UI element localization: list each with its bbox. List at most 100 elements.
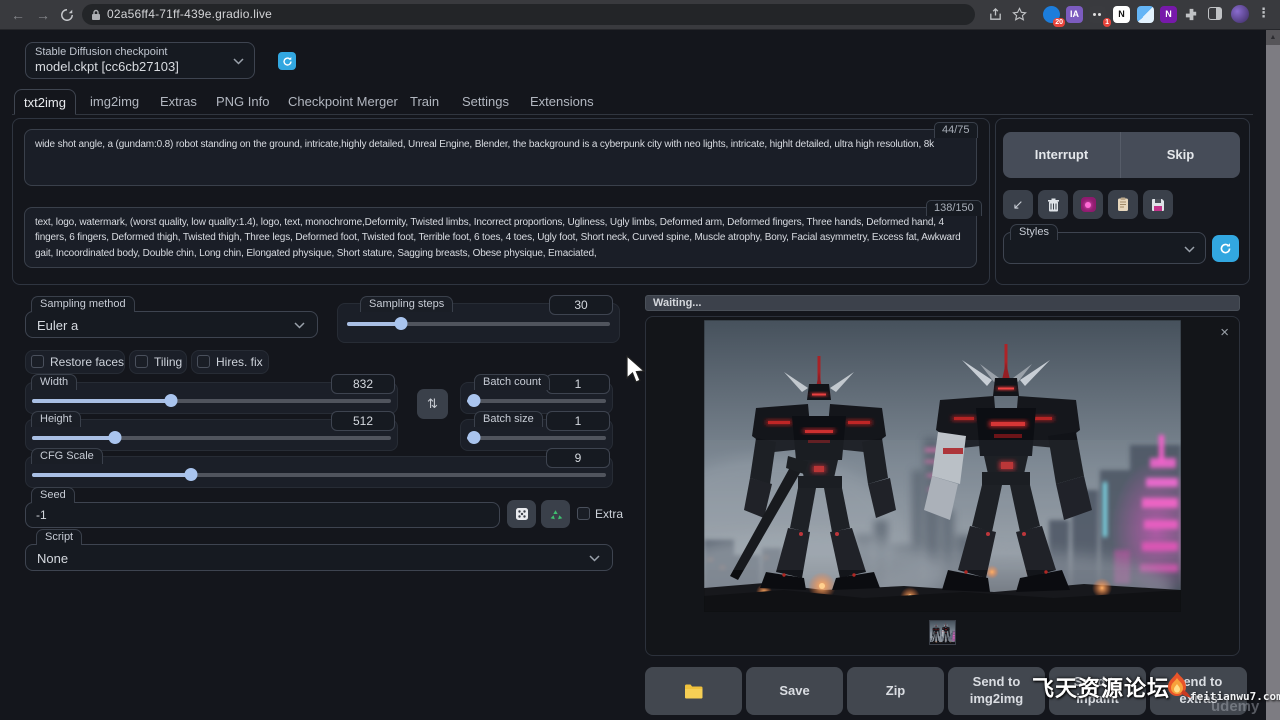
ext-cam-icon[interactable]: 1 xyxy=(1089,6,1106,23)
tab-extensions[interactable]: Extensions xyxy=(530,89,594,115)
clipboard-icon xyxy=(1117,197,1129,212)
checkpoint-label: Stable Diffusion checkpoint xyxy=(35,46,168,58)
negative-prompt-textarea[interactable]: text, logo, watermark, (worst quality, l… xyxy=(24,207,977,268)
width-label: Width xyxy=(31,374,77,390)
skip-button[interactable]: Skip xyxy=(1121,132,1240,178)
sampling-method-label: Sampling method xyxy=(31,296,135,312)
script-value: None xyxy=(37,551,68,566)
width-slider[interactable] xyxy=(32,399,391,403)
scrollbar-up-button[interactable]: ▲ xyxy=(1266,30,1280,45)
ext-notion-icon[interactable]: N xyxy=(1113,6,1130,23)
back-button[interactable]: ← xyxy=(9,6,27,24)
styles-refresh-button[interactable] xyxy=(1212,235,1239,262)
watermark-udemy-text: udemy xyxy=(1211,698,1259,715)
clear-prompt-button[interactable] xyxy=(1038,190,1068,219)
tab-extras[interactable]: Extras xyxy=(160,89,197,115)
ext-onenote-icon[interactable]: N xyxy=(1160,6,1177,23)
prompt-textarea[interactable]: wide shot angle, a (gundam:0.8) robot st… xyxy=(24,129,977,186)
sampling-steps-value[interactable]: 30 xyxy=(549,295,613,315)
ext-pin-badge: 20 xyxy=(1053,18,1065,27)
browser-toolbar: ← → 02a56ff4-71ff-439e.gradio.live 20 IA… xyxy=(0,0,1280,29)
hires-fix-checkbox[interactable] xyxy=(197,355,210,368)
refresh-icon xyxy=(282,56,293,67)
batch-count-label: Batch count xyxy=(474,374,550,390)
restore-faces-checkbox[interactable] xyxy=(31,355,44,368)
checkpoint-refresh-button[interactable] xyxy=(278,52,296,70)
generated-image[interactable] xyxy=(704,320,1181,612)
url-text: 02a56ff4-71ff-439e.gradio.live xyxy=(107,7,272,21)
lock-icon xyxy=(91,9,101,21)
checkpoint-dropdown[interactable]: Stable Diffusion checkpoint model.ckpt [… xyxy=(25,42,255,79)
side-panel-icon[interactable] xyxy=(1208,7,1222,20)
tab-settings[interactable]: Settings xyxy=(462,89,509,115)
browser-menu-icon[interactable]: ⋮ xyxy=(1257,5,1270,21)
script-dropdown[interactable]: None xyxy=(25,544,613,571)
tiling-checkbox[interactable] xyxy=(135,355,148,368)
reload-button[interactable] xyxy=(58,6,76,24)
swap-dimensions-button[interactable]: ⇅ xyxy=(417,389,448,419)
width-value[interactable]: 832 xyxy=(331,374,395,394)
mouse-cursor xyxy=(625,355,647,385)
gallery-thumbnail[interactable] xyxy=(929,620,956,645)
dice-icon xyxy=(515,507,529,521)
cfg-scale-slider[interactable] xyxy=(32,473,606,477)
ext-image-icon[interactable] xyxy=(1137,6,1154,23)
watermark-flame-icon xyxy=(1163,670,1191,700)
paste-params-button[interactable]: ↙ xyxy=(1003,190,1033,219)
floppy-icon xyxy=(1151,198,1165,212)
height-slider[interactable] xyxy=(32,436,391,440)
width-group: 832 xyxy=(25,382,398,414)
style-select-button[interactable] xyxy=(1108,190,1138,219)
sampling-method-value: Euler a xyxy=(37,318,78,333)
chevron-down-icon xyxy=(1184,246,1195,253)
close-gallery-icon[interactable]: × xyxy=(1220,325,1229,340)
ext-pin-icon[interactable]: 20 xyxy=(1043,6,1060,23)
profile-avatar[interactable] xyxy=(1231,5,1249,23)
progress-status-bar: Waiting... xyxy=(645,295,1240,311)
address-bar[interactable]: 02a56ff4-71ff-439e.gradio.live xyxy=(82,4,975,25)
trash-icon xyxy=(1047,198,1060,212)
ext-ia-label: IA xyxy=(1070,9,1079,19)
cfg-scale-value[interactable]: 9 xyxy=(546,448,610,468)
ext-ia-icon[interactable]: IA xyxy=(1066,6,1083,23)
batch-size-slider[interactable] xyxy=(467,436,606,440)
send-to-img2img-button[interactable]: Send to img2img xyxy=(948,667,1045,715)
forward-button[interactable]: → xyxy=(34,6,52,24)
page-scrollbar[interactable] xyxy=(1266,30,1280,720)
watermark-chinese-text: 飞天资源论坛 xyxy=(1032,671,1170,703)
tab-png-info[interactable]: PNG Info xyxy=(216,89,269,115)
checkpoint-value: model.ckpt [cc6cb27103] xyxy=(35,59,179,74)
save-style-button[interactable] xyxy=(1143,190,1173,219)
height-label: Height xyxy=(31,411,81,427)
ext-notion-label: N xyxy=(1118,9,1125,19)
random-seed-button[interactable] xyxy=(507,500,536,528)
extra-seed-checkbox[interactable] xyxy=(577,507,590,520)
tab-train[interactable]: Train xyxy=(410,89,439,115)
tab-txt2img[interactable]: txt2img xyxy=(14,89,76,115)
sampling-steps-slider[interactable] xyxy=(347,322,610,326)
zip-button[interactable]: Zip xyxy=(847,667,944,715)
open-folder-button[interactable] xyxy=(645,667,742,715)
seed-input[interactable]: -1 xyxy=(25,502,500,528)
chevron-down-icon xyxy=(233,58,244,65)
share-icon[interactable] xyxy=(988,7,1003,22)
batch-count-slider[interactable] xyxy=(467,399,606,403)
style-apply-button[interactable] xyxy=(1073,190,1103,219)
reuse-seed-button[interactable] xyxy=(541,500,570,528)
tab-img2img[interactable]: img2img xyxy=(90,89,139,115)
tab-checkpoint-merger[interactable]: Checkpoint Merger xyxy=(288,89,398,115)
extensions-puzzle-icon[interactable] xyxy=(1184,7,1199,22)
toolbar-separator xyxy=(0,29,1280,30)
height-group: 512 xyxy=(25,419,398,451)
save-button[interactable]: Save xyxy=(746,667,843,715)
bookmark-star-icon[interactable] xyxy=(1012,7,1027,22)
sampling-method-dropdown[interactable]: Euler a xyxy=(25,311,318,338)
chevron-down-icon xyxy=(294,322,305,329)
restore-faces-label: Restore faces xyxy=(50,355,124,369)
height-value[interactable]: 512 xyxy=(331,411,395,431)
interrupt-button[interactable]: Interrupt xyxy=(1003,132,1121,178)
batch-size-value[interactable]: 1 xyxy=(546,411,610,431)
batch-count-value[interactable]: 1 xyxy=(546,374,610,394)
cfg-scale-label: CFG Scale xyxy=(31,448,103,464)
ext-cam-badge: 1 xyxy=(1103,18,1111,27)
